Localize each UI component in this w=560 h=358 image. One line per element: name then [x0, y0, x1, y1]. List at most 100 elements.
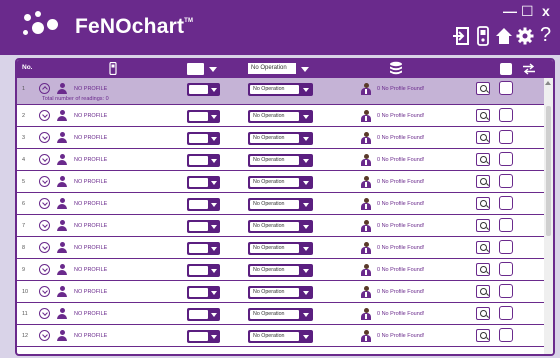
chevron-down-icon[interactable]: [211, 247, 217, 251]
operation-dropdown[interactable]: No Operation: [248, 132, 313, 145]
search-icon[interactable]: [476, 263, 490, 276]
table-row[interactable]: 3 NO PROFILE No Operation 0 No Profile Foun…: [17, 127, 544, 149]
row-checkbox[interactable]: [499, 218, 513, 232]
select-all-checkbox[interactable]: [500, 63, 512, 75]
search-icon[interactable]: [476, 197, 490, 210]
expand-icon[interactable]: [39, 220, 50, 231]
chevron-down-icon[interactable]: [211, 335, 217, 339]
chevron-down-icon[interactable]: [211, 203, 217, 207]
operation-dropdown[interactable]: No Operation: [248, 154, 313, 167]
chevron-down-icon[interactable]: [303, 203, 309, 207]
chevron-down-icon[interactable]: [211, 225, 217, 229]
chevron-down-icon[interactable]: [211, 181, 217, 185]
operation-dropdown[interactable]: No Operation: [248, 198, 313, 211]
row-select-dropdown[interactable]: [187, 154, 220, 167]
row-select-dropdown[interactable]: [187, 264, 220, 277]
scroll-up-icon[interactable]: [545, 81, 551, 85]
row-checkbox[interactable]: [499, 196, 513, 210]
row-select-dropdown[interactable]: [187, 198, 220, 211]
table-row[interactable]: 2 NO PROFILE No Operation 0 No Profile Foun…: [17, 105, 544, 127]
chevron-down-icon[interactable]: [211, 291, 217, 295]
chevron-down-icon[interactable]: [303, 269, 309, 273]
row-select-dropdown[interactable]: [187, 242, 220, 255]
chevron-down-icon[interactable]: [211, 159, 217, 163]
chevron-down-icon[interactable]: [303, 88, 309, 92]
row-checkbox[interactable]: [499, 108, 513, 122]
search-icon[interactable]: [476, 175, 490, 188]
chevron-down-icon[interactable]: [303, 137, 309, 141]
minimize-button[interactable]: —: [503, 3, 517, 19]
expand-icon[interactable]: [39, 286, 50, 297]
search-icon[interactable]: [476, 109, 490, 122]
operation-dropdown[interactable]: No Operation: [248, 286, 313, 299]
chevron-down-icon[interactable]: [303, 225, 309, 229]
operation-dropdown[interactable]: No Operation: [248, 242, 313, 255]
row-select-dropdown[interactable]: [187, 132, 220, 145]
home-icon[interactable]: [495, 26, 513, 46]
search-icon[interactable]: [476, 329, 490, 342]
expand-icon[interactable]: [39, 176, 50, 187]
operation-dropdown[interactable]: No Operation: [248, 110, 313, 123]
expand-icon[interactable]: [39, 198, 50, 209]
expand-icon[interactable]: [39, 264, 50, 275]
expand-icon[interactable]: [39, 242, 50, 253]
table-row[interactable]: 1 NO PROFILE Total number of readings: 0 No…: [17, 78, 544, 105]
table-row[interactable]: 7 NO PROFILE No Operation 0 No Profile Foun…: [17, 215, 544, 237]
row-checkbox[interactable]: [499, 240, 513, 254]
chevron-down-icon[interactable]: [209, 67, 217, 72]
row-checkbox[interactable]: [499, 152, 513, 166]
table-row[interactable]: 8 NO PROFILE No Operation 0 No Profile Foun…: [17, 237, 544, 259]
operation-dropdown[interactable]: No Operation: [248, 220, 313, 233]
row-checkbox[interactable]: [499, 174, 513, 188]
row-checkbox[interactable]: [499, 130, 513, 144]
chevron-down-icon[interactable]: [211, 137, 217, 141]
operation-dropdown[interactable]: No Operation: [248, 83, 313, 96]
search-icon[interactable]: [476, 82, 490, 95]
table-row[interactable]: 9 NO PROFILE No Operation 0 No Profile Foun…: [17, 259, 544, 281]
chevron-down-icon[interactable]: [303, 335, 309, 339]
gear-icon[interactable]: [516, 26, 534, 46]
table-row[interactable]: 11 NO PROFILE No Operation 0 No Profile Fou…: [17, 303, 544, 325]
logout-icon[interactable]: [452, 26, 470, 46]
row-select-dropdown[interactable]: [187, 176, 220, 189]
row-select-dropdown[interactable]: [187, 330, 220, 343]
expand-icon[interactable]: [39, 308, 50, 319]
row-checkbox[interactable]: [499, 306, 513, 320]
expand-icon[interactable]: [39, 330, 50, 341]
search-icon[interactable]: [476, 241, 490, 254]
chevron-down-icon[interactable]: [211, 269, 217, 273]
chevron-down-icon[interactable]: [303, 115, 309, 119]
operation-dropdown[interactable]: No Operation: [248, 176, 313, 189]
maximize-button[interactable]: ☐: [521, 3, 534, 19]
scroll-thumb[interactable]: [546, 106, 551, 236]
transfer-icon[interactable]: [522, 63, 536, 75]
vertical-scrollbar[interactable]: [544, 78, 553, 354]
chevron-down-icon[interactable]: [303, 181, 309, 185]
chevron-down-icon[interactable]: [303, 291, 309, 295]
table-row[interactable]: 10 NO PROFILE No Operation 0 No Profile Fou…: [17, 281, 544, 303]
row-checkbox[interactable]: [499, 328, 513, 342]
operation-dropdown[interactable]: No Operation: [248, 264, 313, 277]
expand-icon[interactable]: [39, 154, 50, 165]
row-checkbox[interactable]: [499, 81, 513, 95]
search-icon[interactable]: [476, 153, 490, 166]
operation-dropdown[interactable]: No Operation: [248, 308, 313, 321]
row-select-dropdown[interactable]: [187, 110, 220, 123]
device-icon[interactable]: [474, 26, 492, 46]
row-select-dropdown[interactable]: [187, 286, 220, 299]
table-row[interactable]: 4 NO PROFILE No Operation 0 No Profile Foun…: [17, 149, 544, 171]
operation-dropdown[interactable]: No Operation: [248, 330, 313, 343]
search-icon[interactable]: [476, 219, 490, 232]
chevron-down-icon[interactable]: [303, 247, 309, 251]
table-row[interactable]: 6 NO PROFILE No Operation 0 No Profile Foun…: [17, 193, 544, 215]
header-operation-dropdown[interactable]: No Operation: [248, 63, 296, 74]
chevron-down-icon[interactable]: [301, 67, 309, 72]
expand-icon[interactable]: [39, 110, 50, 121]
search-icon[interactable]: [476, 307, 490, 320]
chevron-down-icon[interactable]: [303, 313, 309, 317]
search-icon[interactable]: [476, 285, 490, 298]
row-select-dropdown[interactable]: [187, 83, 220, 96]
row-checkbox[interactable]: [499, 262, 513, 276]
table-row[interactable]: 5 NO PROFILE No Operation 0 No Profile Foun…: [17, 171, 544, 193]
header-select-all-dropdown[interactable]: [187, 63, 204, 75]
